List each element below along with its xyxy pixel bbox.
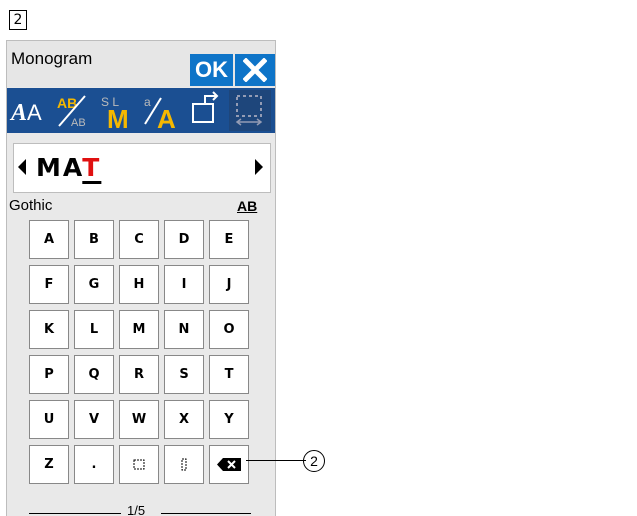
key-i[interactable]: I — [164, 265, 204, 304]
narrow-space-icon — [181, 458, 187, 471]
pager-rule-right — [161, 513, 251, 514]
font-style-button[interactable]: A A — [9, 90, 51, 131]
callout-leader — [246, 460, 306, 461]
monogram-panel: Monogram OK A A AB AB S L M a A MAT Goth… — [6, 40, 276, 516]
svg-text:M: M — [107, 104, 129, 131]
cancel-button[interactable] — [235, 54, 275, 86]
key-m[interactable]: M — [119, 310, 159, 349]
placement-icon — [235, 95, 263, 126]
key-space[interactable] — [119, 445, 159, 484]
key-b[interactable]: B — [74, 220, 114, 259]
space-icon — [133, 459, 145, 470]
key-s[interactable]: S — [164, 355, 204, 394]
key-k[interactable]: K — [29, 310, 69, 349]
cursor-character: T — [82, 153, 102, 182]
key-j[interactable]: J — [209, 265, 249, 304]
title-bar: Monogram OK — [7, 41, 275, 87]
text-size-button[interactable]: a A — [141, 90, 183, 131]
key-y[interactable]: Y — [209, 400, 249, 439]
letter-size-button[interactable]: S L M — [97, 90, 139, 131]
font-name: Gothic — [9, 197, 53, 214]
svg-text:A: A — [9, 100, 27, 126]
key-n[interactable]: N — [164, 310, 204, 349]
pager-rule-left — [29, 513, 121, 514]
ok-button[interactable]: OK — [190, 54, 233, 86]
key-w[interactable]: W — [119, 400, 159, 439]
entered-text-before-cursor: MA — [36, 153, 83, 182]
key-o[interactable]: O — [209, 310, 249, 349]
text-direction-icon: AB AB — [57, 95, 86, 129]
letter-size-icon: S L M — [101, 95, 129, 131]
svg-text:a: a — [144, 95, 151, 109]
key-a[interactable]: A — [29, 220, 69, 259]
key-narrow-space[interactable] — [164, 445, 204, 484]
key-d[interactable]: D — [164, 220, 204, 259]
key-e[interactable]: E — [209, 220, 249, 259]
key-p[interactable]: P — [29, 355, 69, 394]
toolbar: A A AB AB S L M a A — [7, 88, 275, 133]
key-q[interactable]: Q — [74, 355, 114, 394]
text-display: MAT — [13, 143, 271, 193]
key-h[interactable]: H — [119, 265, 159, 304]
page-number: 1/5 — [127, 503, 146, 516]
cursor-left-button[interactable] — [18, 159, 26, 175]
text-direction-button[interactable]: AB AB — [53, 90, 95, 131]
page-back-button[interactable] — [185, 90, 227, 131]
key-l[interactable]: L — [74, 310, 114, 349]
placement-button[interactable] — [229, 90, 271, 131]
key-z[interactable]: Z — [29, 445, 69, 484]
svg-text:A: A — [157, 104, 176, 131]
backspace-icon — [217, 458, 241, 471]
key-period[interactable]: . — [74, 445, 114, 484]
callout-number: 2 — [303, 450, 325, 472]
key-g[interactable]: G — [74, 265, 114, 304]
key-t[interactable]: T — [209, 355, 249, 394]
key-f[interactable]: F — [29, 265, 69, 304]
step-number: 2 — [9, 10, 27, 30]
svg-text:AB: AB — [71, 117, 86, 129]
key-c[interactable]: C — [119, 220, 159, 259]
delete-button[interactable] — [209, 445, 249, 484]
close-icon — [243, 58, 267, 82]
key-x[interactable]: X — [164, 400, 204, 439]
font-style-icon: A A — [9, 100, 42, 126]
cursor-right-button[interactable] — [255, 159, 263, 175]
size-indicator-icon: AB — [237, 198, 258, 214]
page-back-icon — [192, 91, 219, 123]
window-title: Monogram — [11, 49, 93, 68]
svg-text:A: A — [27, 100, 42, 125]
key-u[interactable]: U — [29, 400, 69, 439]
text-size-icon: a A — [144, 95, 176, 131]
key-r[interactable]: R — [119, 355, 159, 394]
entered-text: MAT — [36, 153, 101, 182]
key-v[interactable]: V — [74, 400, 114, 439]
